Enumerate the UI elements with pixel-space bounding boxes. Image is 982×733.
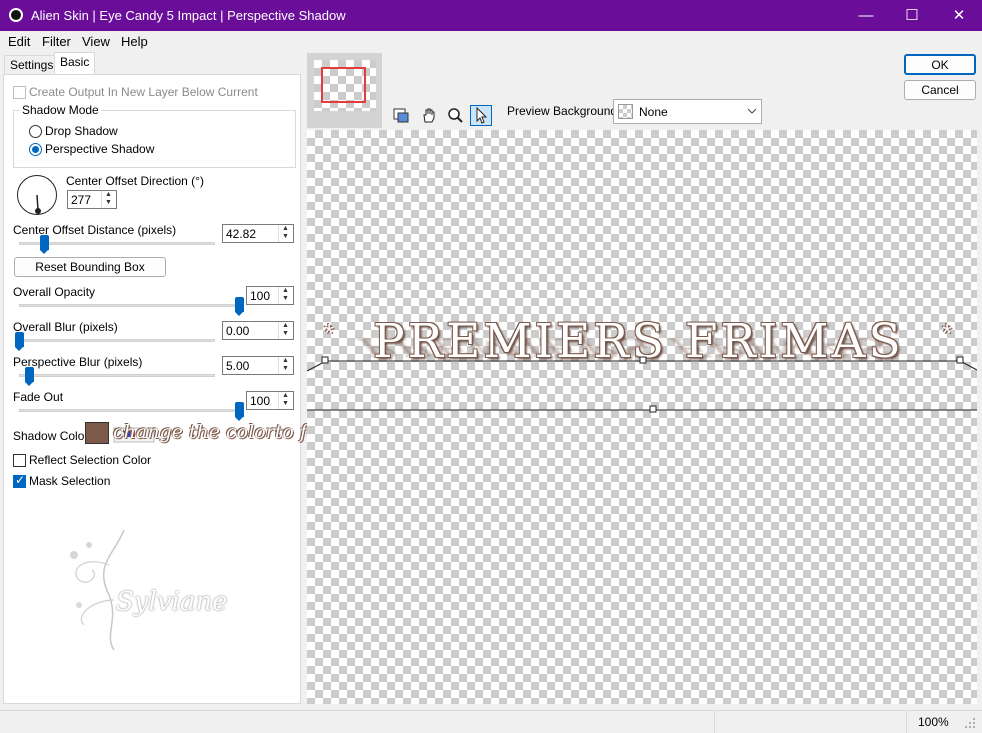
center-offset-distance-label: Center Offset Distance (pixels) [13,223,177,237]
minimize-button[interactable]: — [843,0,889,31]
menu-filter[interactable]: Filter [42,34,71,49]
navigator-viewport[interactable] [321,67,366,103]
overall-opacity-track[interactable] [19,304,239,307]
navigator-tool-button[interactable] [390,105,412,126]
bounding-box-overlay[interactable] [307,130,977,704]
overall-opacity-slider[interactable] [235,297,244,316]
hand-icon [423,108,435,123]
shadow-color-swatch[interactable] [85,422,109,444]
fade-out-slider[interactable] [235,402,244,421]
reflect-selection-label: Reflect Selection Color [29,453,152,467]
background-swatch-icon [618,104,633,119]
ok-button[interactable]: OK [904,54,976,75]
menu-help[interactable]: Help [121,34,148,49]
app-icon [9,8,23,22]
preview-background-dropdown[interactable]: None [613,99,762,124]
dial-needle-icon [35,194,41,214]
fade-out-value: 100 [250,394,271,408]
pointer-tool-button[interactable] [470,105,492,126]
watermark-text: Sylviane [116,587,228,617]
overall-opacity-input[interactable]: 100 ▲ ▼ [246,286,294,305]
drop-shadow-radio[interactable] [29,125,42,138]
reflect-selection-checkbox[interactable] [13,454,26,467]
create-output-label: Create Output In New Layer Below Current [29,85,258,99]
fade-out-label: Fade Out [13,390,64,404]
perspective-shadow-radio[interactable] [29,143,42,156]
direction-value: 277 [71,193,92,207]
basic-tab-page: Create Output In New Layer Below Current… [3,74,301,704]
navigator-thumbnail[interactable] [307,53,382,128]
direction-label: Center Offset Direction (°) [66,174,204,188]
drop-shadow-label: Drop Shadow [45,124,118,138]
hand-tool-button[interactable] [418,105,440,126]
menu-edit[interactable]: Edit [8,34,30,49]
tab-settings[interactable]: Settings [4,55,60,75]
chevron-down-icon [747,108,757,114]
direction-dial[interactable] [17,175,57,215]
overall-blur-slider[interactable] [15,332,24,351]
create-output-checkbox[interactable] [13,86,26,99]
fade-out-track[interactable] [19,409,239,412]
mask-selection-checkbox[interactable] [13,473,26,488]
navigator-icon [393,108,409,123]
preview-background-label: Preview Background: [507,104,621,118]
settings-panel: Settings Basic Create Output In New Laye… [0,52,303,704]
fade-out-spinner[interactable]: ▲ ▼ [278,392,293,409]
overall-blur-value: 0.00 [226,324,250,338]
tab-basic[interactable]: Basic [54,52,96,75]
resize-grip-icon[interactable] [964,717,976,729]
status-bar: 100% [0,710,982,733]
perspective-blur-spinner[interactable]: ▲ ▼ [278,357,293,374]
shadow-mode-label: Shadow Mode [20,103,101,117]
perspective-shadow-label: Perspective Shadow [45,142,155,156]
overall-opacity-label: Overall Opacity [13,285,96,299]
menu-bar: Edit Filter View Help [0,31,982,51]
eye-candy-dialog: Alien Skin | Eye Candy 5 Impact | Perspe… [0,0,982,733]
overall-opacity-value: 100 [250,289,271,303]
fade-out-input[interactable]: 100 ▲ ▼ [246,391,294,410]
zoom-icon [448,108,463,123]
direction-spinner[interactable]: ▲ ▼ [101,191,116,208]
center-offset-distance-slider[interactable] [40,235,50,254]
perspective-blur-input[interactable]: 5.00 ▲ ▼ [222,356,294,375]
zoom-tool-button[interactable] [444,105,466,126]
reset-bounding-box-button[interactable]: Reset Bounding Box [14,257,166,277]
center-offset-distance-value: 42.82 [226,227,257,241]
zoom-level: 100% [918,715,949,729]
cancel-button[interactable]: Cancel [904,80,976,100]
overall-blur-spinner[interactable]: ▲ ▼ [278,322,293,339]
perspective-blur-value: 5.00 [226,359,250,373]
shadow-color-label: Shadow Color [13,429,89,443]
overall-blur-track[interactable] [19,339,215,342]
close-button[interactable]: ✕ [936,0,982,31]
center-offset-distance-spinner[interactable]: ▲ ▼ [278,225,293,242]
maximize-button[interactable]: ☐ [889,0,935,31]
shadow-mode-group [13,110,296,168]
perspective-blur-slider[interactable] [24,367,34,386]
title-bar: Alien Skin | Eye Candy 5 Impact | Perspe… [0,0,982,31]
pointer-icon [476,106,488,124]
overall-blur-label: Overall Blur (pixels) [13,320,118,334]
menu-view[interactable]: View [82,34,110,49]
direction-input[interactable]: 277 ▲ ▼ [67,190,117,209]
window-title: Alien Skin | Eye Candy 5 Impact | Perspe… [31,8,346,23]
center-offset-distance-input[interactable]: 42.82 ▲ ▼ [222,224,294,243]
overall-blur-input[interactable]: 0.00 ▲ ▼ [222,321,294,340]
overall-opacity-spinner[interactable]: ▲ ▼ [278,287,293,304]
preview-background-value: None [639,105,668,119]
preview-canvas[interactable]: PREMIERS FRIMAS PREMIERS FRIMAS * * [307,130,977,704]
perspective-blur-track[interactable] [19,374,215,377]
mask-selection-label: Mask Selection [29,474,111,488]
